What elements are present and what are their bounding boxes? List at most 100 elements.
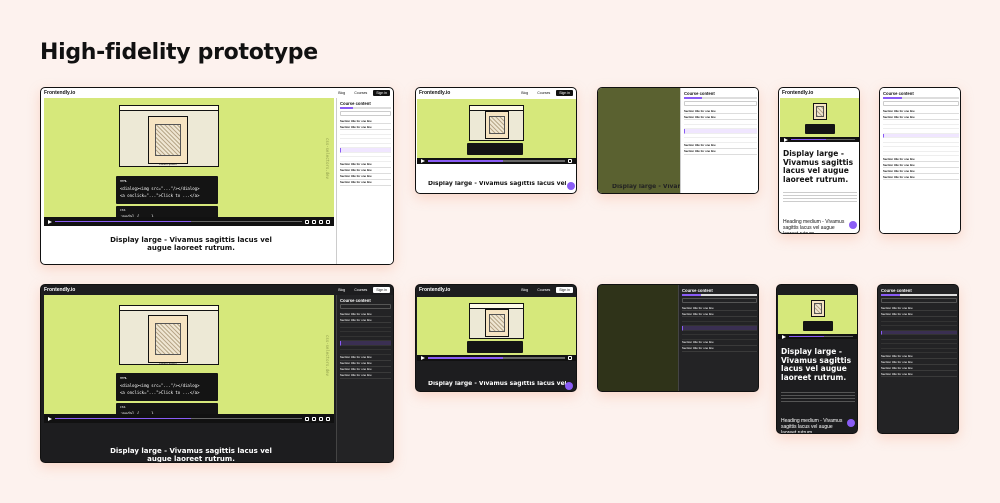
video-progress-bar[interactable] — [428, 160, 565, 162]
brand-logo[interactable]: Frontendly.io — [419, 287, 450, 293]
video-stage — [417, 297, 576, 361]
brand-logo[interactable]: Frontendly.io — [419, 90, 450, 96]
volume-icon[interactable] — [305, 219, 309, 224]
framed-image — [813, 103, 827, 120]
code-line-1: <dialog><img src="..."/></dialog> — [120, 186, 200, 191]
tablet-dark-mockup: Frontendly.io Blog Courses Sign in Displ… — [415, 284, 577, 392]
video-controls — [44, 414, 334, 423]
heading-medium: Heading medium - Vivamus sagittis lacus … — [781, 418, 843, 434]
nav-blog[interactable]: Blog — [518, 287, 531, 293]
section-row[interactable]: Section title for one line — [340, 373, 391, 379]
brand-logo[interactable]: Frontendly.io — [44, 287, 75, 293]
course-content-fab[interactable] — [567, 182, 575, 190]
code-line-2: <a onclick="...">Click to ...</a> — [120, 193, 200, 198]
course-content-heading: Course content — [682, 288, 713, 293]
video-controls — [44, 217, 334, 226]
fullscreen-icon[interactable] — [568, 356, 572, 360]
video-stage: Lorem Ipsum HTML <dialog><img src="..."/… — [44, 98, 334, 226]
engraving-image — [489, 115, 505, 135]
video-stage — [417, 99, 576, 164]
course-content-fab[interactable] — [847, 419, 855, 427]
course-search-input[interactable] — [340, 111, 391, 116]
display-headline: Display large - Vivamus sagittis lacus v… — [781, 347, 852, 382]
fullscreen-icon[interactable] — [326, 416, 330, 421]
nav-blog[interactable]: Blog — [335, 90, 348, 96]
course-progress-bar — [684, 97, 757, 99]
play-icon[interactable] — [48, 416, 52, 421]
course-content-drawer: Course content Section title for one lin… — [678, 285, 758, 391]
engraving-image — [154, 123, 182, 157]
mobile-light-mockup: Frontendly.io Display large - Vivamus sa… — [778, 87, 860, 234]
code-label-html: HTML — [120, 179, 128, 183]
nav-sign-in[interactable]: Sign in — [556, 90, 573, 96]
section-row[interactable]: Section title for one line — [881, 371, 957, 377]
vertical-caption: css-selectors.dev — [325, 335, 330, 376]
section-row[interactable]: Section title for one line — [340, 180, 391, 186]
nav-blog[interactable]: Blog — [335, 287, 348, 293]
brand-logo[interactable]: Frontendly.io — [782, 90, 813, 96]
captions-icon[interactable] — [312, 416, 316, 421]
video-controls — [780, 137, 859, 142]
nav-courses[interactable]: Courses — [534, 287, 553, 293]
course-content-heading: Course content — [684, 91, 715, 96]
course-content-fab[interactable] — [565, 382, 573, 390]
course-content-fab[interactable] — [849, 221, 857, 229]
course-progress-bar — [682, 294, 757, 296]
framed-image — [148, 116, 188, 164]
course-search-input[interactable] — [883, 101, 959, 106]
body-paragraph — [781, 390, 855, 402]
course-content-drawer: Course content Section title for one lin… — [680, 88, 758, 193]
volume-icon[interactable] — [305, 416, 309, 421]
captions-icon[interactable] — [312, 219, 316, 224]
section-row[interactable]: Section title for one line — [684, 149, 757, 155]
brand-logo[interactable]: Frontendly.io — [44, 90, 75, 96]
course-progress-bar — [881, 294, 957, 296]
course-search-input[interactable] — [340, 304, 391, 309]
video-stage — [778, 295, 857, 339]
top-navigation: Frontendly.io Blog Courses Sign in — [41, 88, 393, 98]
display-headline: Display large - Vivamus sagittis lacus v… — [428, 381, 566, 387]
settings-icon[interactable] — [319, 416, 323, 421]
nav-blog[interactable]: Blog — [518, 90, 531, 96]
mobile-light-course-list: Course content Section title for one lin… — [879, 87, 961, 234]
framed-image — [148, 315, 188, 363]
section-row[interactable]: Section title for one line — [883, 174, 959, 180]
nav-sign-in[interactable]: Sign in — [373, 90, 390, 96]
play-icon[interactable] — [784, 137, 788, 142]
display-headline: Display large - Vivamus sagittis lacus v… — [110, 447, 272, 463]
course-search-input[interactable] — [881, 298, 957, 303]
play-icon[interactable] — [48, 219, 52, 224]
body-paragraph — [783, 190, 857, 202]
video-progress-bar[interactable] — [55, 220, 302, 223]
image-caption: Lorem Ipsum — [159, 162, 177, 166]
play-icon[interactable] — [421, 159, 425, 163]
fullscreen-icon[interactable] — [326, 219, 330, 224]
nav-sign-in[interactable]: Sign in — [556, 287, 573, 293]
fullscreen-icon[interactable] — [568, 159, 572, 163]
mobile-dark-course-list: Course content Section title for one lin… — [877, 284, 959, 434]
nav-sign-in[interactable]: Sign in — [373, 287, 390, 293]
course-progress-bar — [883, 97, 959, 99]
course-search-input[interactable] — [684, 101, 757, 106]
play-icon[interactable] — [782, 334, 786, 339]
course-content-heading: Course content — [883, 91, 914, 96]
page-title: High-fidelity prototype — [40, 40, 318, 65]
course-search-input[interactable] — [682, 298, 757, 303]
play-icon[interactable] — [421, 356, 425, 360]
video-progress-bar[interactable] — [55, 417, 302, 420]
framed-image — [485, 111, 509, 139]
course-content-heading: Course content — [340, 298, 371, 303]
settings-icon[interactable] — [319, 219, 323, 224]
nav-courses[interactable]: Courses — [351, 287, 370, 293]
tablet-light-drawer-mockup: Display large - Vivamus sagittis lacus v… — [597, 87, 759, 194]
code-label-css: CSS — [120, 208, 126, 212]
nav-courses[interactable]: Courses — [534, 90, 553, 96]
course-content-panel: Course content Section title for one lin… — [336, 295, 393, 462]
section-row[interactable]: Section title for one line — [682, 346, 757, 352]
display-headline: Display large - Vivamus sagittis lacus v… — [783, 149, 854, 184]
desktop-dark-mockup: Frontendly.io Blog Courses Sign in Lorem… — [40, 284, 394, 463]
vertical-caption: css-selectors.dev — [325, 138, 330, 179]
desktop-light-mockup: Frontendly.io Blog Courses Sign in Lorem… — [40, 87, 394, 265]
nav-courses[interactable]: Courses — [351, 90, 370, 96]
course-content-heading: Course content — [881, 288, 912, 293]
